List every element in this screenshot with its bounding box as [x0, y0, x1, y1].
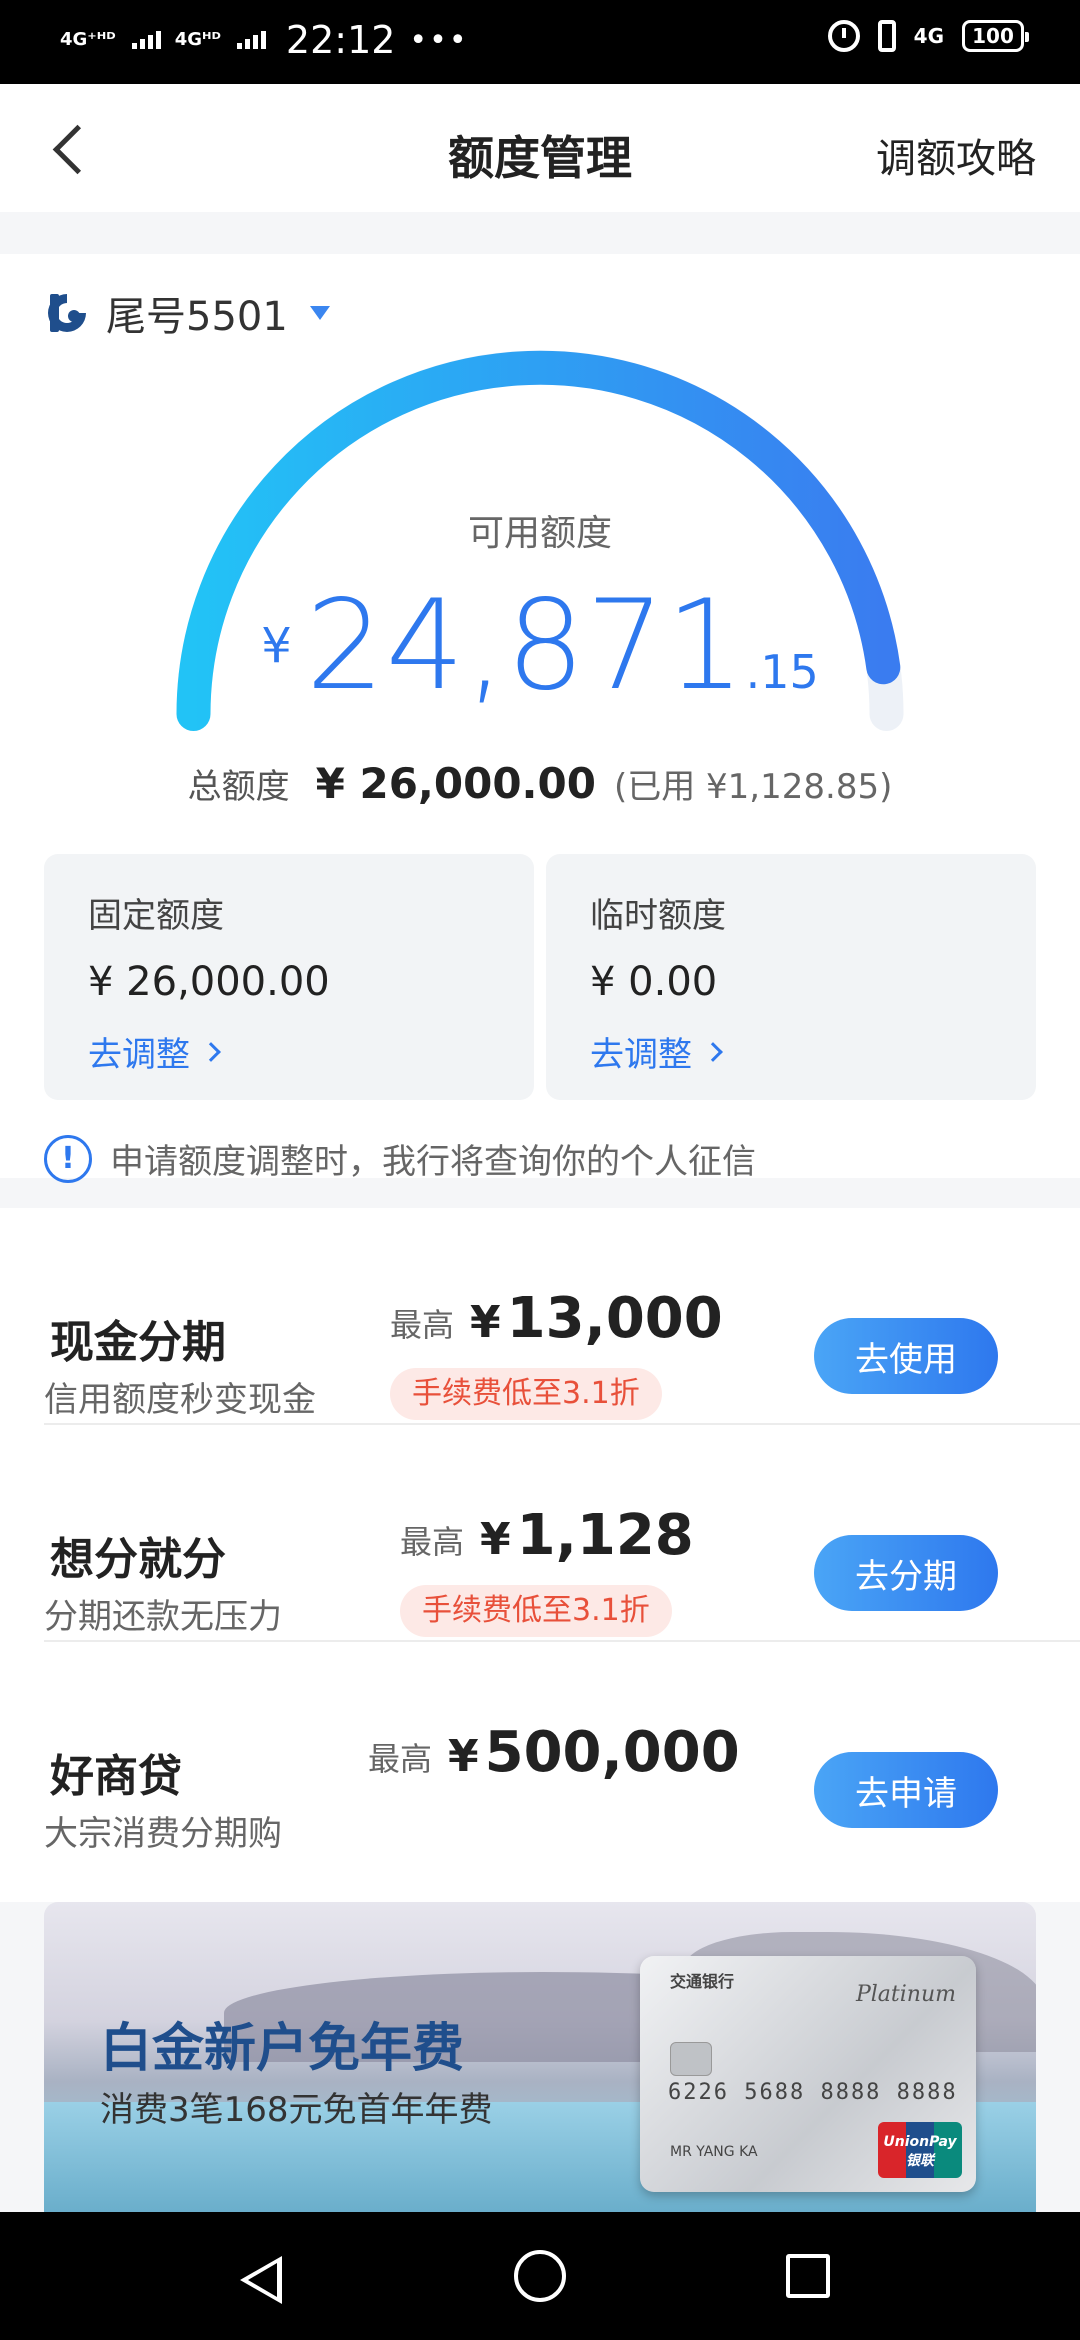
limit-card: 尾号5501 可用额度 ¥24,871.15 总额度 ¥ 26,000.00 (已用… — [0, 254, 1080, 1183]
available-decimal: .15 — [745, 645, 819, 699]
product-max-amount: ¥1,128 — [480, 1503, 694, 1568]
currency-symbol: ¥ — [470, 1297, 501, 1348]
unionpay-logo-text: UnionPay 银联 — [883, 2134, 957, 2169]
total-limit-value: ¥ 26,000.00 — [315, 759, 596, 808]
product-item-cash-installment: 现金分期 信用额度秒变现金 最高 ¥13,000 手续费低至3.1折 去使用 — [44, 1208, 1080, 1425]
battery-icon: 100 — [962, 20, 1029, 52]
available-integer: 24,871 — [305, 574, 746, 718]
product-desc: 大宗消费分期购 — [44, 1814, 282, 1854]
alarm-icon — [827, 20, 860, 52]
product-max-amount: ¥13,000 — [470, 1286, 723, 1351]
total-limit-row: 总额度 ¥ 26,000.00 (已用 ¥1,128.85) — [0, 759, 1080, 808]
currency-symbol: ¥ — [261, 618, 292, 674]
clock: 22:12 — [285, 18, 396, 62]
more-notifications-icon: ••• — [409, 22, 469, 58]
limit-strategy-link[interactable]: 调额攻略 — [876, 126, 1036, 184]
amount-value: 1,128 — [516, 1503, 694, 1568]
status-bar: 4G⁺ᴴᴰ 4Gᴴᴰ 22:12 ••• 4G 100 — [0, 0, 1080, 84]
adjust-fixed-limit-link[interactable]: 去调整 — [88, 1027, 490, 1076]
temp-limit-value: ¥ 0.00 — [590, 959, 718, 1005]
card-holder-name: MR YANG KA — [670, 2144, 758, 2160]
fixed-limit-value: ¥ 26,000.00 — [88, 959, 330, 1005]
currency-symbol: ¥ — [480, 1514, 511, 1565]
signal-1-label: 4G⁺ᴴᴰ — [60, 29, 116, 50]
chevron-right-icon — [703, 1041, 723, 1062]
adjust-temp-limit-label: 去调整 — [590, 1035, 692, 1075]
card-tier: Platinum — [855, 1982, 956, 2007]
info-icon: ! — [44, 1134, 92, 1183]
fee-discount-badge: 手续费低至3.1折 — [400, 1585, 672, 1637]
nav-home-icon[interactable] — [514, 2250, 566, 2302]
product-name: 好商贷 — [50, 1751, 182, 1802]
adjust-fixed-limit-label: 去调整 — [88, 1035, 190, 1075]
status-left: 4G⁺ᴴᴰ 4Gᴴᴰ 22:12 ••• — [60, 18, 469, 62]
product-max-amount: ¥500,000 — [448, 1720, 740, 1785]
product-list: 现金分期 信用额度秒变现金 最高 ¥13,000 手续费低至3.1折 去使用 想… — [0, 1208, 1080, 1902]
amount-value: 13,000 — [506, 1286, 723, 1351]
signal-2-icon — [236, 31, 266, 49]
banner-title: 白金新户免年费 — [100, 2019, 465, 2079]
banner-subtitle: 消费3笔168元免首年年费 — [100, 2090, 493, 2130]
signal-1-icon — [131, 31, 161, 49]
use-cash-button[interactable]: 去使用 — [814, 1318, 998, 1394]
adjust-temp-limit-link[interactable]: 去调整 — [590, 1027, 992, 1076]
status-right: 4G 100 — [827, 20, 1029, 52]
currency-symbol: ¥ — [448, 1731, 479, 1782]
product-desc: 信用额度秒变现金 — [44, 1380, 316, 1420]
product-max-label: 最高 — [368, 1740, 433, 1778]
system-nav-bar — [0, 2212, 1080, 2340]
amount-value: 500,000 — [484, 1720, 740, 1785]
total-limit-label: 总额度 — [187, 767, 290, 807]
nav-recent-apps-icon[interactable] — [786, 2254, 830, 2298]
bank-logo-icon — [48, 294, 86, 332]
available-limit-label: 可用额度 — [467, 513, 612, 554]
credit-check-notice: ! 申请额度调整时，我行将查询你的个人征信 — [44, 1134, 756, 1183]
unionpay-logo-icon: UnionPay 银联 — [878, 2122, 962, 2178]
fee-discount-badge: 手续费低至3.1折 — [390, 1368, 662, 1420]
network-type: 4G — [913, 24, 944, 48]
product-item-flex-installment: 想分就分 分期还款无压力 最高 ¥1,128 手续费低至3.1折 去分期 — [44, 1425, 1080, 1642]
card-chip-icon — [670, 2042, 712, 2076]
product-desc: 分期还款无压力 — [44, 1597, 282, 1637]
product-item-merchant-loan: 好商贷 大宗消费分期购 最高 ¥500,000 去申请 — [44, 1642, 1080, 1859]
product-max-label: 最高 — [400, 1523, 465, 1561]
credit-card-image: 交通银行 Platinum 6226 5688 8888 8888 MR YAN… — [640, 1956, 976, 2192]
header: 额度管理 调额攻略 — [0, 84, 1080, 212]
vibrate-icon — [877, 20, 896, 52]
signal-2-label: 4Gᴴᴰ — [174, 29, 221, 50]
available-limit-amount: ¥24,871.15 — [0, 574, 1080, 718]
card-bank-name: 交通银行 — [670, 1972, 735, 1991]
fixed-limit-card: 固定额度 ¥ 26,000.00 去调整 — [44, 854, 534, 1100]
dropdown-arrow-icon — [309, 306, 330, 320]
fixed-limit-label: 固定额度 — [88, 896, 224, 936]
product-name: 现金分期 — [50, 1317, 226, 1368]
temp-limit-card: 临时额度 ¥ 0.00 去调整 — [546, 854, 1036, 1100]
card-number: 6226 5688 8888 8888 — [668, 2080, 958, 2105]
used-amount: (已用 ¥1,128.85) — [613, 767, 893, 807]
notice-text: 申请额度调整时，我行将查询你的个人征信 — [110, 1142, 756, 1182]
nav-back-icon[interactable] — [240, 2256, 282, 2304]
apply-button[interactable]: 去申请 — [814, 1752, 998, 1828]
product-max-label: 最高 — [390, 1306, 455, 1344]
temp-limit-label: 临时额度 — [590, 896, 726, 936]
installment-button[interactable]: 去分期 — [814, 1535, 998, 1611]
product-name: 想分就分 — [50, 1534, 226, 1585]
chevron-right-icon — [201, 1041, 221, 1062]
promo-banner[interactable]: 白金新户免年费 消费3笔168元免首年年费 交通银行 Platinum 6226… — [44, 1902, 1036, 2212]
